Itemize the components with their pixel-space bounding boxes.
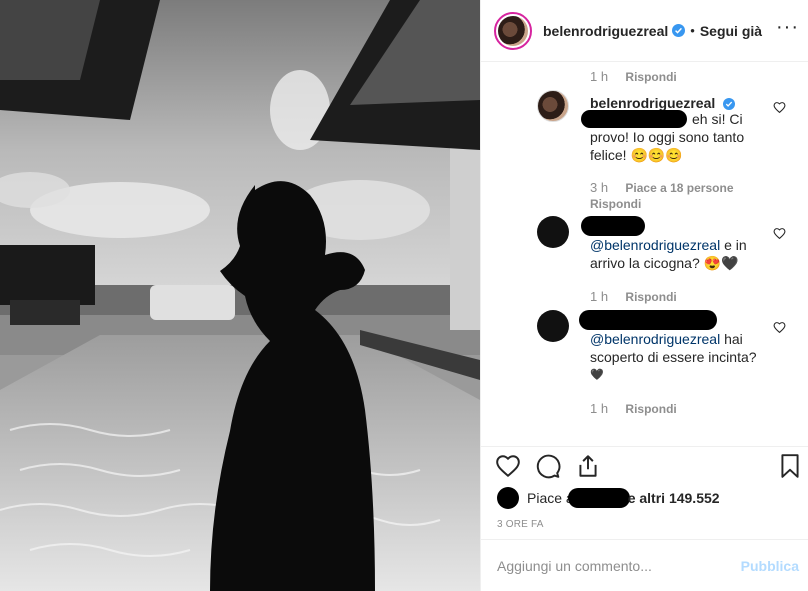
- comment-text: hai: [724, 331, 743, 347]
- save-bookmark-icon[interactable]: [777, 453, 803, 479]
- comment-time: 1 h: [590, 289, 609, 304]
- comment-mention[interactable]: @belenrodriguezreal: [590, 331, 720, 347]
- comment-text-line: 🖤: [590, 369, 604, 381]
- comment-avatar[interactable]: [537, 216, 569, 248]
- likes-summary: Piace a e altri 149.552: [497, 487, 720, 509]
- post-actions: Piace a e altri 149.552 3 ORE FA Pubblic…: [481, 446, 808, 591]
- reply-button[interactable]: Rispondi: [590, 197, 641, 211]
- comments-list: 1 h Rispondi belenrodriguezreal eh si! C…: [481, 62, 808, 446]
- like-comment-heart-icon[interactable]: [773, 321, 786, 334]
- comment-text-line: arrivo la cicogna? 😍🖤: [590, 255, 739, 271]
- header-separator: •: [690, 23, 695, 38]
- comment-composer: Pubblica: [481, 539, 808, 591]
- redacted-liker-name: [567, 488, 630, 508]
- comment-likes-link[interactable]: Piace a 18 persone: [625, 181, 733, 195]
- comment-text-line: provo! Io oggi sono tanto: [590, 129, 745, 145]
- pool-silhouette-image: [0, 0, 480, 591]
- like-comment-heart-icon[interactable]: [773, 227, 786, 240]
- comment-meta: 1 h Rispondi: [590, 289, 677, 304]
- reply-button[interactable]: Rispondi: [625, 290, 676, 304]
- add-comment-input[interactable]: [497, 558, 741, 574]
- comment-meta: 3 h Piace a 18 persone: [590, 180, 734, 195]
- comment-text-line: felice! 😊😊😊: [590, 147, 683, 163]
- post-timestamp[interactable]: 3 ORE FA: [497, 519, 544, 530]
- author-avatar[interactable]: [494, 11, 532, 50]
- post-details-panel: belenrodriguezreal • Segui già ··· 1 h R…: [480, 0, 808, 591]
- likes-prefix: Piace a: [527, 490, 574, 506]
- liker-avatar[interactable]: [497, 487, 519, 509]
- comment-username[interactable]: belenrodriguezreal: [590, 95, 715, 111]
- share-icon[interactable]: [575, 453, 601, 479]
- comment-meta: 1 h Rispondi: [590, 69, 677, 84]
- publish-button[interactable]: Pubblica: [741, 558, 799, 574]
- comment-bubble-icon[interactable]: [535, 453, 561, 479]
- comment-text: e in: [724, 237, 747, 253]
- redacted-mention: [581, 110, 687, 128]
- post-photo[interactable]: [0, 0, 480, 591]
- author-avatar-image: [498, 15, 528, 46]
- like-heart-icon[interactable]: [495, 453, 521, 479]
- more-options-icon[interactable]: ···: [776, 17, 799, 37]
- comment-text-line: @belenrodriguezreal hai: [590, 330, 743, 348]
- reply-button[interactable]: Rispondi: [625, 402, 676, 416]
- reply-button[interactable]: Rispondi: [625, 70, 676, 84]
- post-header: belenrodriguezreal • Segui già ···: [481, 0, 808, 62]
- comment-avatar[interactable]: [537, 90, 569, 122]
- comment-text-line: @belenrodriguezreal e in: [590, 236, 747, 254]
- likes-count-link[interactable]: e altri 149.552: [628, 490, 720, 506]
- verified-badge-icon: [672, 24, 686, 37]
- author-username[interactable]: belenrodriguezreal: [543, 23, 668, 39]
- comment-meta: 1 h Rispondi: [590, 401, 677, 416]
- comment-mention[interactable]: @belenrodriguezreal: [590, 237, 720, 253]
- verified-badge-icon: [723, 98, 736, 110]
- comment-time: 3 h: [590, 180, 609, 195]
- like-comment-heart-icon[interactable]: [773, 101, 786, 114]
- comment-avatar[interactable]: [537, 310, 569, 342]
- comment-text-line: eh si! Ci: [692, 111, 743, 127]
- comment-text-line: scoperto di essere incinta?: [590, 349, 757, 365]
- redacted-username: [579, 310, 717, 330]
- comment-time: 1 h: [590, 69, 609, 84]
- following-button[interactable]: Segui già: [700, 23, 762, 39]
- redacted-username: [581, 216, 645, 236]
- comment-time: 1 h: [590, 401, 609, 416]
